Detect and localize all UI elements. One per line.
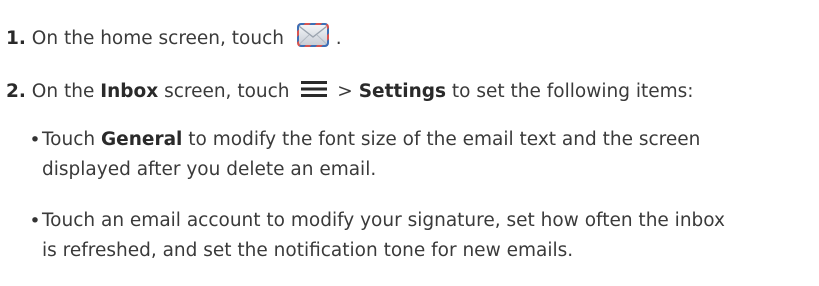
bullet-1-text-before: Touch [42, 129, 96, 150]
step-1: 1. On the home screen, touch . [6, 21, 342, 57]
step-2: 2. On the Inbox screen, touch > Settings… [6, 79, 694, 105]
step-number: 1. [6, 28, 26, 49]
step-1-text: On the home screen, touch [31, 28, 284, 49]
bullet-dot: • [29, 210, 41, 232]
bullet-dot: • [29, 129, 41, 151]
step-1-period: . [335, 28, 342, 49]
menu-icon[interactable] [301, 79, 328, 105]
step-2-arrow: > [337, 81, 353, 102]
email-envelope-icon[interactable] [296, 21, 330, 57]
step-2-text-b: screen, touch [164, 81, 290, 102]
step-2-text-a: On the [31, 81, 95, 102]
general-label: General [101, 129, 183, 150]
bullet-2-line-1: Touch an email account to modify your si… [42, 210, 725, 231]
bullet-2-line-2: is refreshed, and set the notification t… [42, 240, 574, 261]
settings-label: Settings [358, 81, 447, 102]
bullet-1-line-2: displayed after you delete an email. [42, 159, 377, 180]
step-number: 2. [6, 81, 26, 102]
inbox-label: Inbox [100, 81, 159, 102]
bullet-1-line-1: Touch General to modify the font size of… [42, 127, 700, 153]
bullet-1-text-after: to modify the font size of the email tex… [188, 129, 701, 150]
step-2-text-d: to set the following items: [451, 81, 694, 102]
